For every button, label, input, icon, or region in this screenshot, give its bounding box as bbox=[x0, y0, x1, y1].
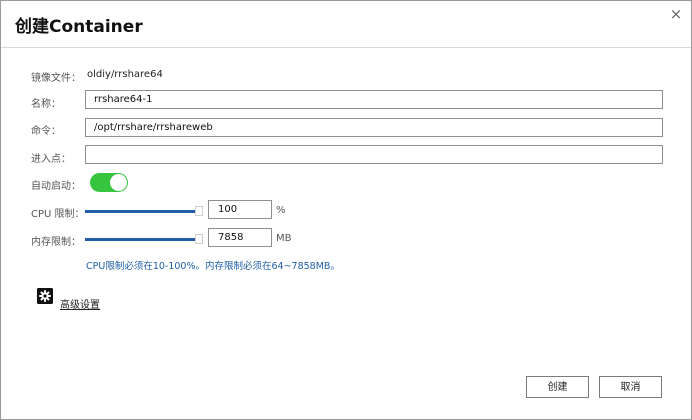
memory-unit: MB bbox=[276, 233, 292, 244]
entrypoint-input[interactable] bbox=[85, 145, 663, 164]
limit-hint-text: CPU限制必须在10-100%。内存限制必须在64~7858MB。 bbox=[86, 261, 340, 272]
close-icon[interactable]: × bbox=[668, 6, 684, 22]
image-value: oldiy/rrshare64 bbox=[87, 69, 163, 80]
cpu-limit-label: CPU 限制： bbox=[31, 209, 85, 220]
memory-limit-input[interactable] bbox=[208, 228, 272, 247]
autostart-toggle[interactable] bbox=[90, 173, 128, 192]
entrypoint-label: 进入点： bbox=[31, 154, 71, 165]
cpu-unit: % bbox=[276, 205, 286, 216]
dialog-title: 创建Container bbox=[15, 17, 143, 37]
cpu-slider-thumb[interactable] bbox=[195, 206, 203, 216]
command-label: 命令： bbox=[31, 126, 61, 137]
title-divider bbox=[1, 47, 691, 48]
name-label: 名称： bbox=[31, 99, 61, 110]
image-label: 镜像文件： bbox=[31, 73, 81, 84]
create-button[interactable]: 创建 bbox=[526, 376, 589, 398]
name-input[interactable] bbox=[85, 90, 663, 109]
cancel-button[interactable]: 取消 bbox=[599, 376, 662, 398]
memory-limit-label: 内存限制： bbox=[31, 237, 81, 248]
command-input[interactable] bbox=[85, 118, 663, 137]
advanced-settings-link[interactable]: 高级设置 bbox=[60, 296, 100, 311]
cpu-limit-input[interactable] bbox=[208, 200, 272, 219]
autostart-label: 自动启动： bbox=[31, 181, 81, 192]
memory-slider-track bbox=[85, 238, 196, 241]
memory-slider-thumb[interactable] bbox=[195, 234, 203, 244]
cpu-limit-slider[interactable] bbox=[85, 206, 203, 216]
create-container-dialog: 创建Container × 镜像文件： oldiy/rrshare64 名称： … bbox=[0, 0, 692, 420]
gear-icon[interactable] bbox=[37, 288, 53, 304]
cpu-slider-track bbox=[85, 210, 196, 213]
toggle-knob bbox=[110, 174, 127, 191]
memory-limit-slider[interactable] bbox=[85, 234, 203, 244]
